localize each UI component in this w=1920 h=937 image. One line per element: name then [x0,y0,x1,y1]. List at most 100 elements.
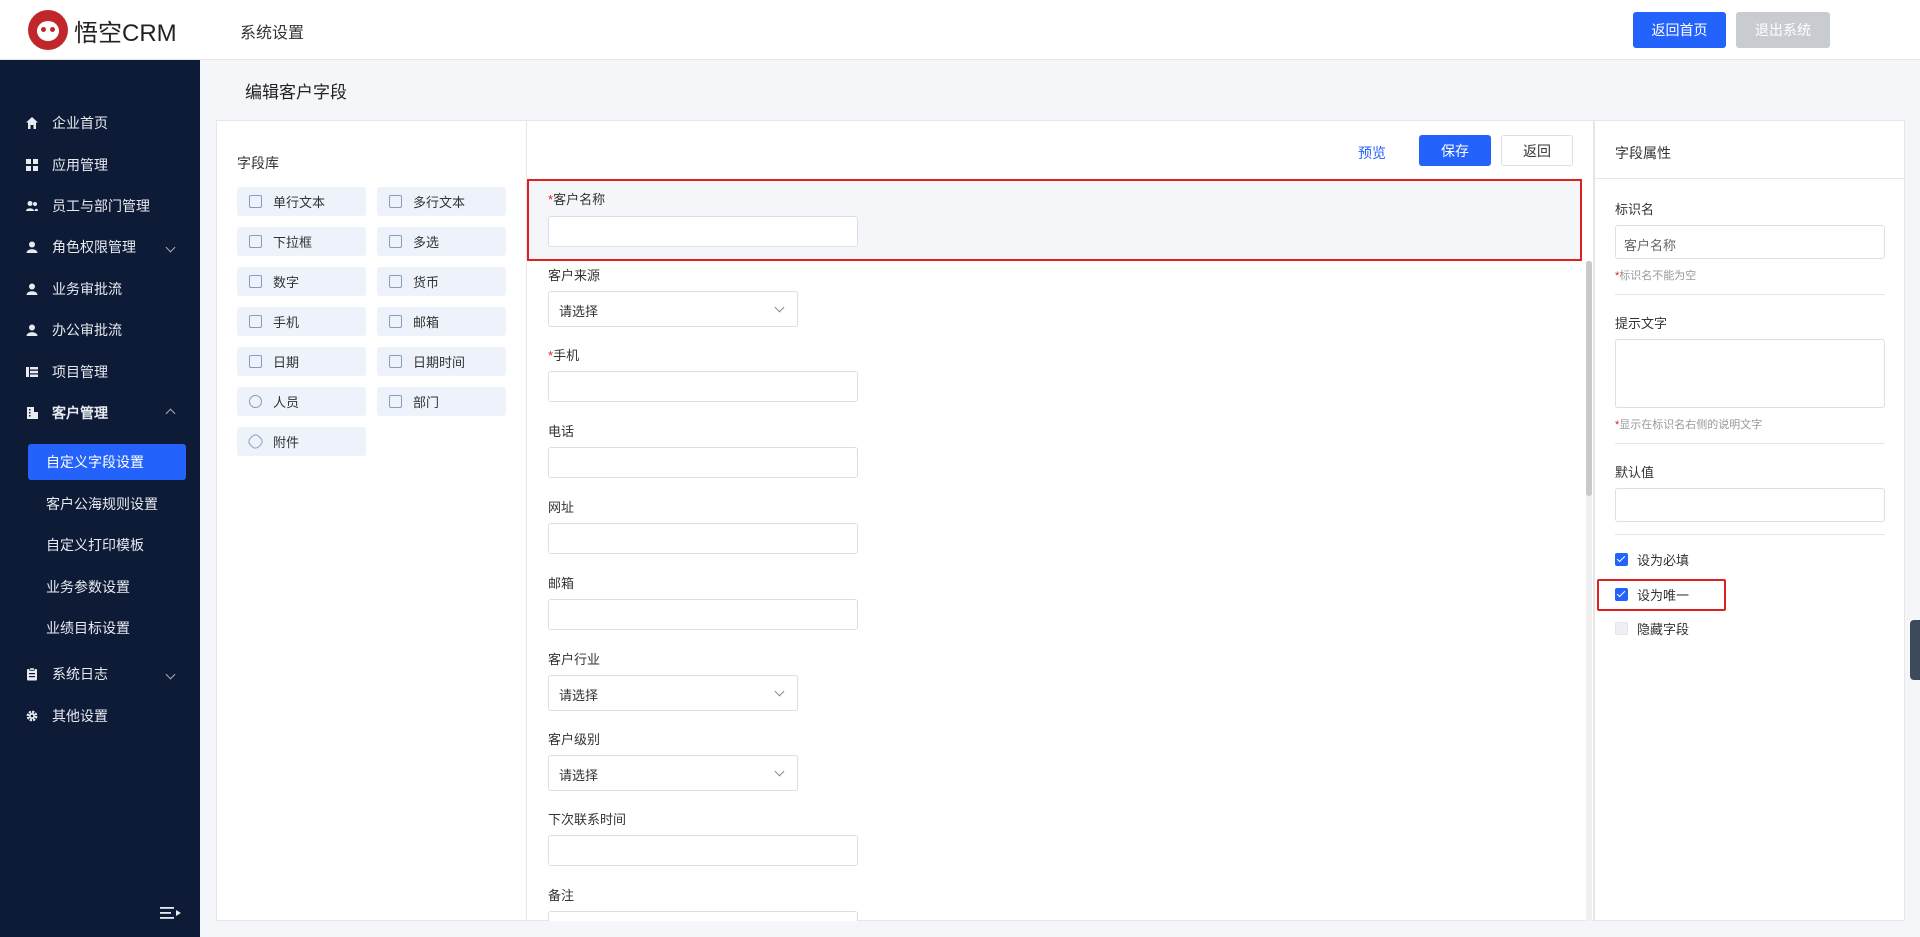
field-type-label: 邮箱 [413,315,440,330]
sidebar-item-business-approval[interactable]: 业务审批流 [0,269,200,309]
sidebar-subitem-public-pool-rules[interactable]: 客户公海规则设置 [28,486,186,522]
textarea-icon [389,195,402,208]
save-button[interactable]: 保存 [1419,135,1491,166]
back-to-home-button[interactable]: 返回首页 [1633,12,1726,48]
hide-field-checkbox[interactable]: 隐藏字段 [1615,619,1689,637]
divider [1615,534,1885,535]
form-editor-panel: 预览 保存 返回 *客户名称 客户来源 请选择 *手机 电话 网址 邮箱 客户行… [527,120,1594,921]
chevron-down-icon [774,766,785,777]
field-type-multi-select[interactable]: 多选 [377,227,506,256]
tip-text-label: 提示文字 [1615,316,1668,331]
logo[interactable]: 悟空CRM [28,10,177,50]
field-type-dropdown[interactable]: 下拉框 [237,227,366,256]
field-type-label: 货币 [413,275,440,290]
sidebar-item-apps[interactable]: 应用管理 [0,145,200,185]
field-type-date[interactable]: 日期 [237,347,366,376]
field-type-datetime[interactable]: 日期时间 [377,347,506,376]
exit-system-button[interactable]: 退出系统 [1736,12,1830,48]
field-type-single-line-text[interactable]: 单行文本 [237,187,366,216]
select-value: 请选择 [559,768,599,783]
checkbox-label: 隐藏字段 [1637,621,1690,637]
tip-text-textarea[interactable] [1615,339,1885,408]
field-type-currency[interactable]: 货币 [377,267,506,296]
checkbox-checked-icon [1615,552,1628,566]
sidebar-item-roles[interactable]: 角色权限管理 [0,227,200,267]
field-type-email[interactable]: 邮箱 [377,307,506,336]
field-attributes-panel: 字段属性 标识名 客户名称 *标识名不能为空 提示文字 *显示在标识名右侧的说明… [1594,120,1905,921]
field-type-number[interactable]: 数字 [237,267,366,296]
customer-level-select[interactable]: 请选择 [548,755,798,791]
field-type-label: 多选 [413,235,440,250]
remarks-input[interactable] [548,911,858,921]
sidebar-item-home[interactable]: 企业首页 [0,103,200,143]
logo-text: 悟空CRM [74,19,177,47]
field-type-label: 人员 [273,395,300,410]
scrollbar-thumb[interactable] [1586,261,1592,496]
email-input[interactable] [548,599,858,630]
sidebar-item-customers[interactable]: 客户管理 [0,393,200,433]
sidebar-item-label: 应用管理 [52,157,108,173]
field-type-label: 手机 [273,315,300,330]
divider [1615,294,1885,295]
default-value-label: 默认值 [1615,465,1655,480]
sidebar-item-label: 角色权限管理 [52,239,136,255]
sidebar-item-system-logs[interactable]: 系统日志 [0,654,200,694]
sidebar-subitem-business-params[interactable]: 业务参数设置 [28,569,186,605]
field-type-label: 日期 [273,355,300,370]
field-type-department[interactable]: 部门 [377,387,506,416]
sidebar-item-label: 客户管理 [52,405,108,421]
field-type-label: 部门 [413,395,440,410]
sidebar: 企业首页 应用管理 员工与部门管理 角色权限管理 业务审批流 办公审批流 项目管… [0,60,200,937]
list-icon [26,367,38,377]
sidebar-item-other-settings[interactable]: 其他设置 [0,696,200,736]
users-icon [26,201,38,211]
chevron-down-icon [774,302,785,313]
field-type-label: 多行文本 [413,195,466,210]
identifier-name-input[interactable]: 客户名称 [1615,225,1885,259]
field-label-mobile: *手机 [548,348,580,363]
customer-industry-select[interactable]: 请选择 [548,675,798,711]
sidebar-subitem-custom-fields[interactable]: 自定义字段设置 [28,444,186,480]
sidebar-subitem-performance-goals[interactable]: 业绩目标设置 [28,610,186,646]
identifier-name-hint: *标识名不能为空 [1615,270,1697,282]
preview-link[interactable]: 预览 [1358,143,1386,163]
field-type-attachment[interactable]: 附件 [237,427,366,456]
collapse-menu-icon[interactable] [160,906,182,920]
sidebar-subitem-print-templates[interactable]: 自定义打印模板 [28,527,186,563]
customer-name-input[interactable] [548,216,858,247]
checkbox-label: 设为必填 [1637,552,1690,568]
website-input[interactable] [548,523,858,554]
sidebar-item-office-approval[interactable]: 办公审批流 [0,310,200,350]
field-label-website: 网址 [548,500,575,515]
field-label-customer-level: 客户级别 [548,732,601,747]
back-button[interactable]: 返回 [1501,135,1573,166]
sidebar-item-label: 其他设置 [52,708,108,724]
user-icon [26,283,38,295]
set-unique-checkbox[interactable]: 设为唯一 [1615,585,1689,603]
sidebar-item-staff[interactable]: 员工与部门管理 [0,186,200,226]
mobile-input[interactable] [548,371,858,402]
sidebar-item-label: 业务审批流 [52,281,122,297]
sidebar-item-label: 企业首页 [52,115,108,131]
user-icon [26,241,38,253]
number-icon [249,275,262,288]
field-label-remarks: 备注 [548,888,575,903]
field-type-multi-line-text[interactable]: 多行文本 [377,187,506,216]
next-contact-time-input[interactable] [548,835,858,866]
default-value-input[interactable] [1615,488,1885,522]
select-value: 请选择 [559,304,599,319]
monkey-logo-icon [28,10,68,50]
checkbox-checked-icon [1615,587,1628,601]
calendar-clock-icon [389,355,402,368]
field-type-person[interactable]: 人员 [237,387,366,416]
side-drawer-handle[interactable] [1910,620,1920,680]
customer-source-select[interactable]: 请选择 [548,291,798,327]
field-label-telephone: 电话 [548,424,575,439]
telephone-input[interactable] [548,447,858,478]
sidebar-item-projects[interactable]: 项目管理 [0,352,200,392]
gear-icon [26,710,38,722]
divider [1615,443,1885,444]
set-required-checkbox[interactable]: 设为必填 [1615,550,1689,568]
field-type-mobile[interactable]: 手机 [237,307,366,336]
section-title: 系统设置 [240,25,305,42]
